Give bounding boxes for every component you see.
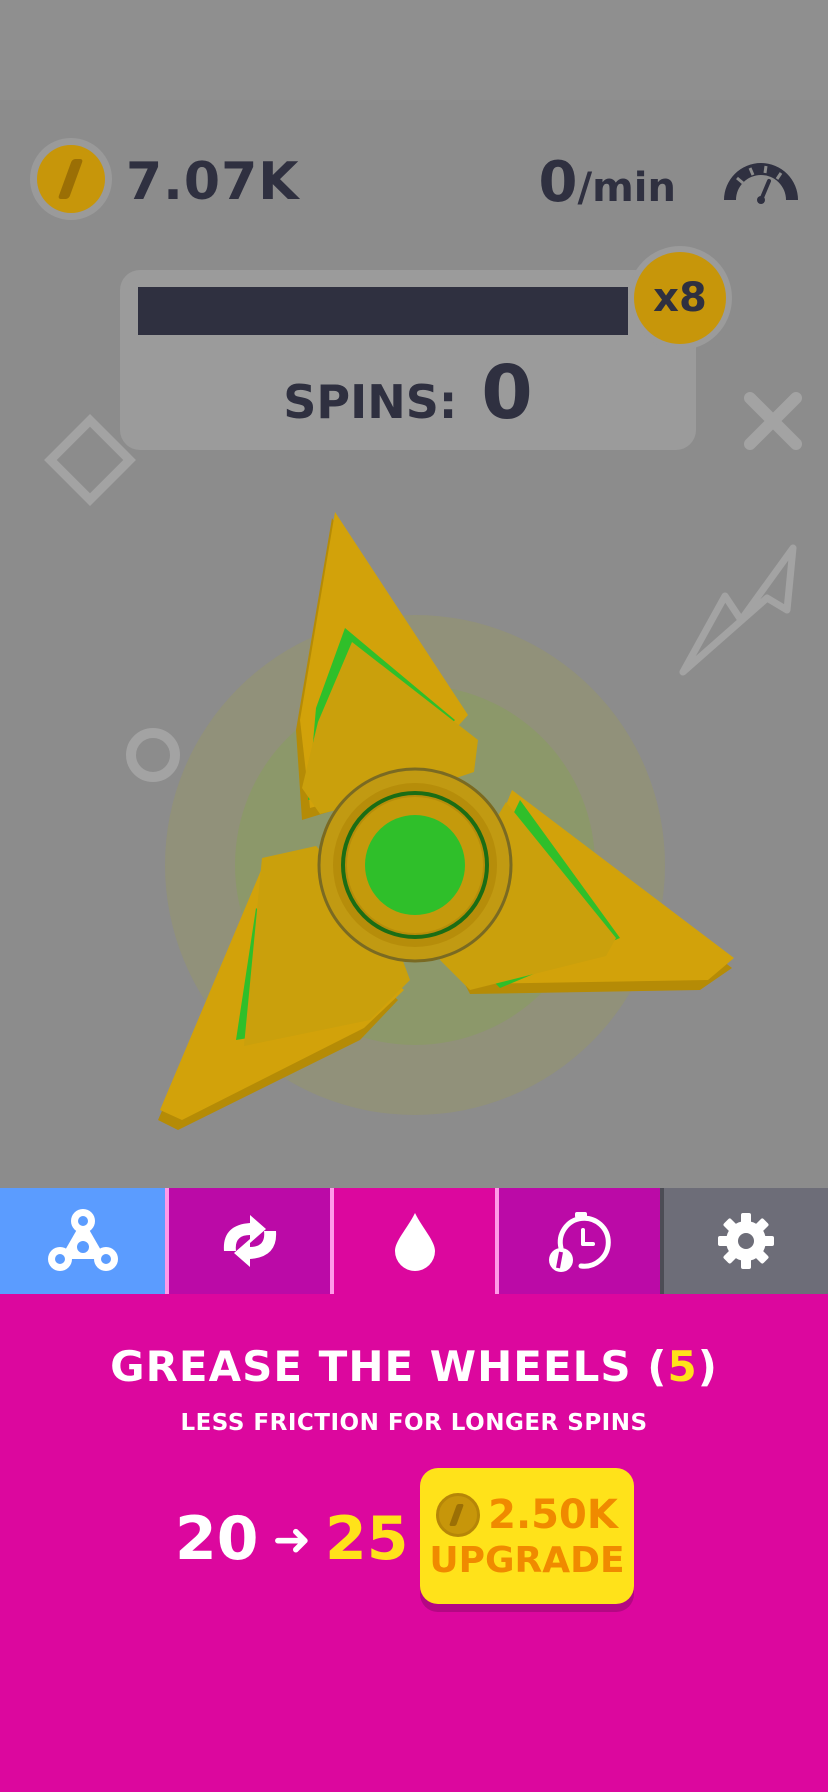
spin-rate-unit: /min	[577, 165, 676, 211]
upgrade-stat-change: 20 ➜ 25	[175, 1504, 409, 1574]
spins-counter: SPINS: 0	[120, 350, 696, 436]
tab-time[interactable]	[495, 1188, 660, 1294]
upgrade-cost-value: 2.50K	[488, 1491, 618, 1538]
upgrade-panel: GREASE THE WHEELS (5) LESS FRICTION FOR …	[0, 1294, 828, 1792]
multiplier-badge: x8	[628, 246, 732, 350]
refresh-arrows-icon	[223, 1215, 276, 1267]
tab-auto-spin[interactable]	[165, 1188, 330, 1294]
multiplier-progress-bar	[138, 287, 628, 335]
tab-spinners[interactable]	[0, 1188, 165, 1294]
upgrade-title-end: )	[697, 1342, 718, 1391]
upgrade-title: GREASE THE WHEELS (5)	[0, 1342, 828, 1391]
oil-drop-icon	[394, 1213, 435, 1271]
upgrade-button-label: UPGRADE	[429, 1539, 625, 1581]
next-value: 25	[325, 1504, 409, 1574]
spin-rate-value: 0	[538, 150, 578, 215]
coin-icon	[37, 145, 105, 213]
current-value: 20	[175, 1504, 259, 1574]
coin-balance-badge	[30, 138, 112, 220]
stopwatch-coin-icon	[548, 1212, 611, 1272]
upgrade-cost: 2.50K	[436, 1492, 618, 1538]
status-bar-area	[0, 0, 828, 100]
multiplier-progress-fill	[138, 287, 628, 335]
upgrade-button[interactable]: 2.50K UPGRADE	[420, 1468, 634, 1604]
multiplier-value: x8	[634, 252, 726, 344]
tab-grease[interactable]	[330, 1188, 495, 1294]
fidget-spinner[interactable]	[130, 500, 750, 1160]
upgrade-tab-bar	[0, 1188, 828, 1294]
spin-rate: 0/min	[539, 150, 676, 215]
gear-icon	[718, 1213, 774, 1269]
tab-settings[interactable]	[660, 1188, 828, 1294]
coin-icon	[436, 1492, 481, 1537]
diamond-outline-icon	[44, 414, 136, 506]
upgrade-title-text: GREASE THE WHEELS (	[110, 1342, 668, 1391]
fidget-spinner-icon	[47, 1209, 118, 1271]
spins-label: SPINS:	[283, 375, 458, 429]
coin-balance: 7.07K	[126, 152, 300, 212]
arrow-right-icon: ➜	[272, 1512, 312, 1566]
upgrade-description: LESS FRICTION FOR LONGER SPINS	[180, 1410, 648, 1436]
cross-outline-icon	[744, 392, 802, 450]
spins-value: 0	[481, 350, 533, 436]
upgrade-level: 5	[667, 1342, 698, 1391]
speedometer-icon	[724, 163, 798, 204]
